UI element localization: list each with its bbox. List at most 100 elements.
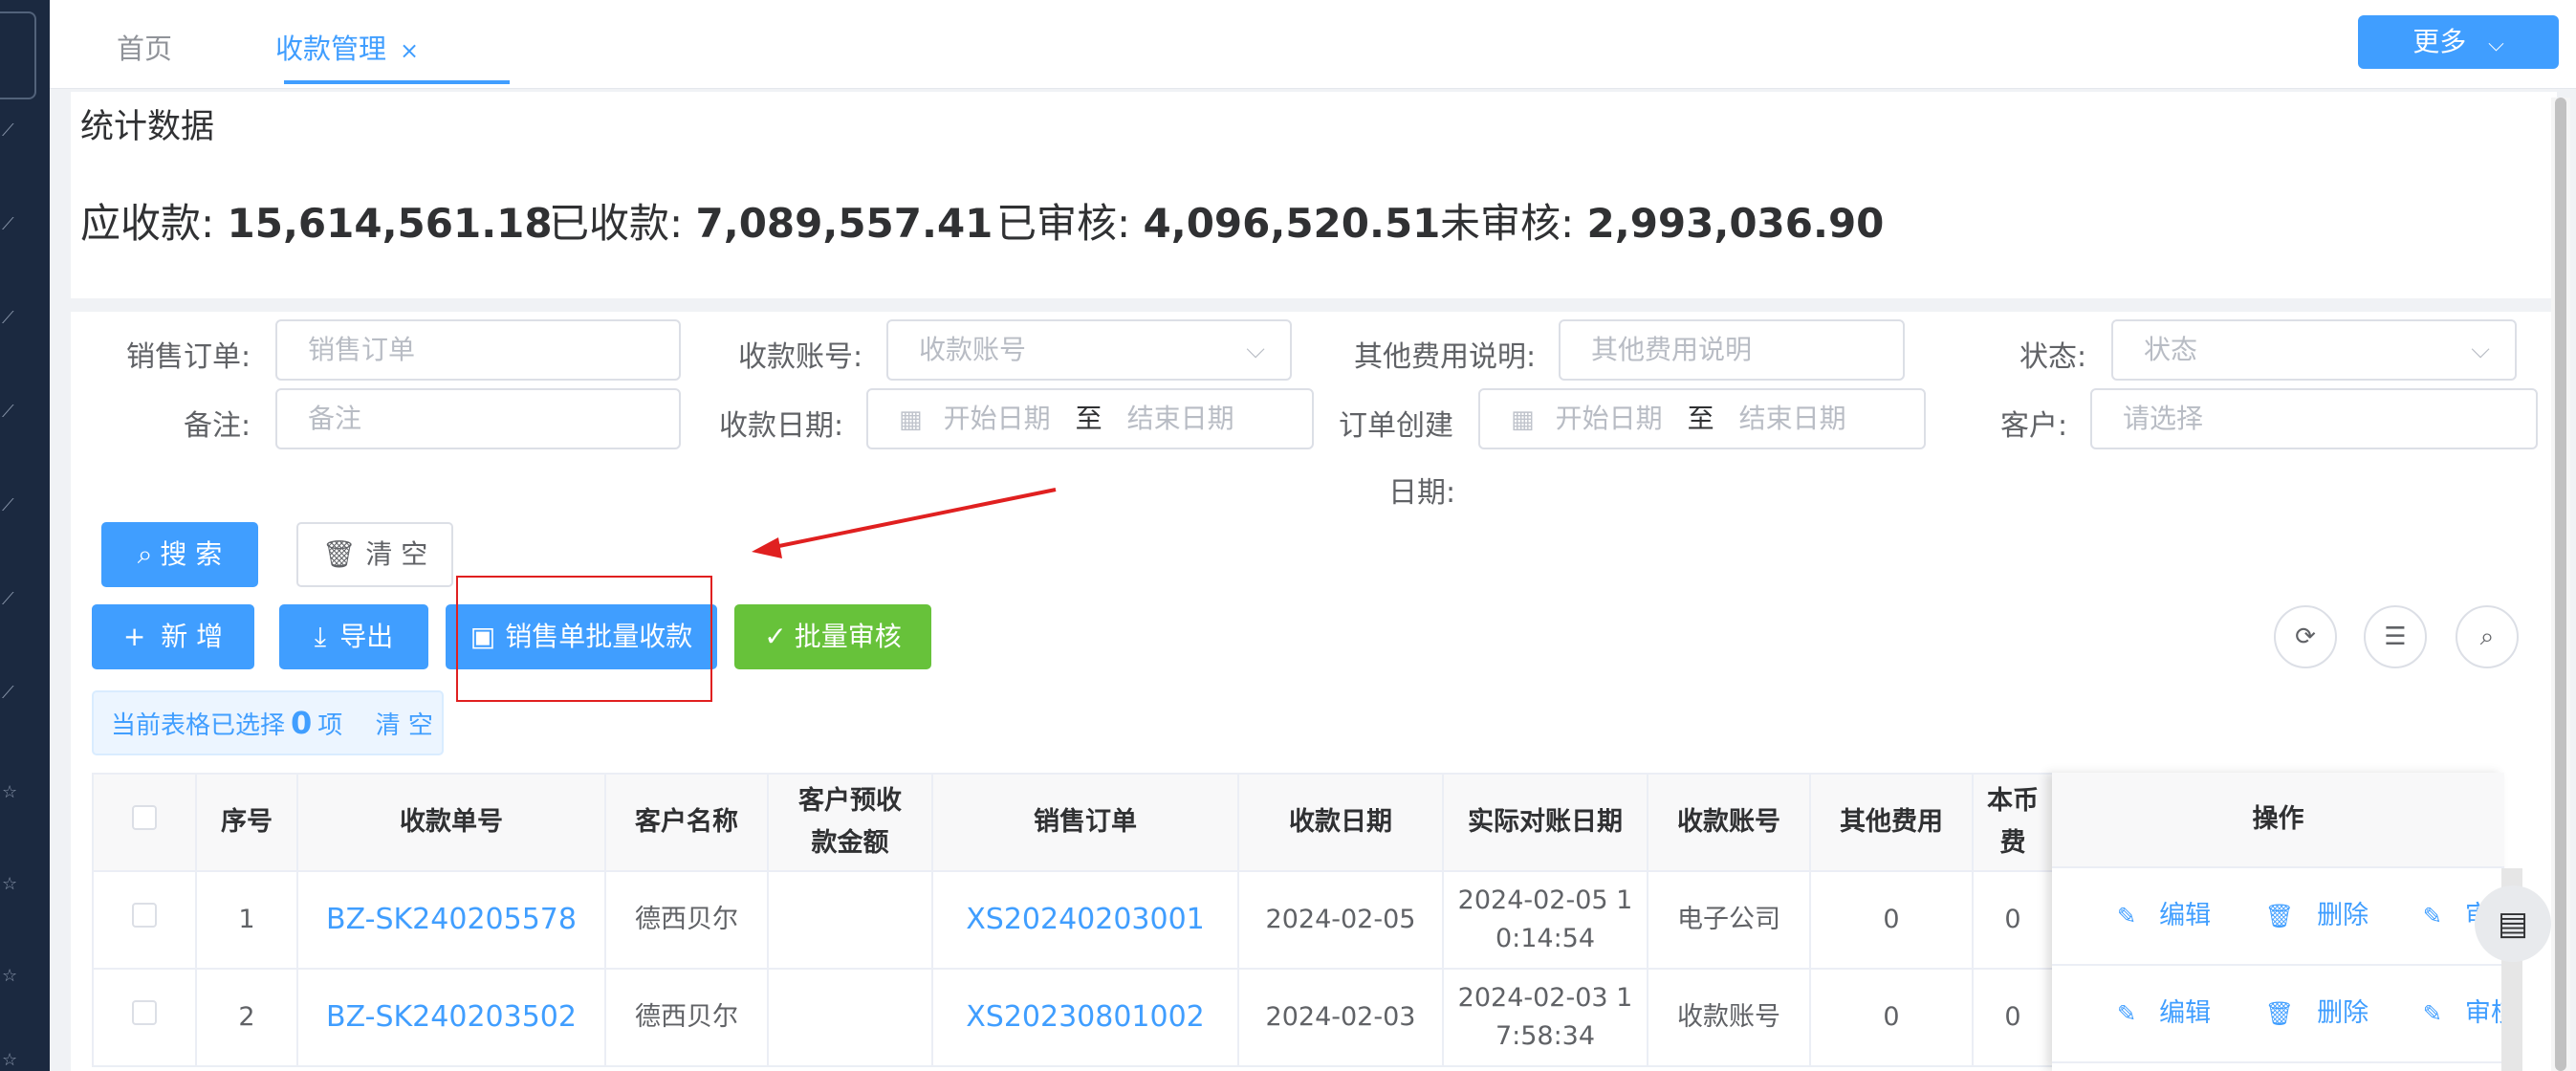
operations-row: ✎编辑 🗑删除 ✎审核 [2052,868,2517,966]
remark-input[interactable]: 备注 [275,388,681,449]
table-header-row: 序号 收款单号 客户名称 客户预收 款金额 销售订单 收款日期 实际对账日期 收款… [92,773,2054,872]
active-tab-indicator [284,80,510,84]
col-local-fee: 本币费 [1972,773,2054,872]
tab-receipt-management[interactable]: 收款管理 × [275,27,419,67]
cell-prepay [767,968,933,1067]
add-button[interactable]: + 新 增 [92,604,254,669]
checkbox[interactable] [132,903,157,928]
col-operations: 操作 [2052,773,2504,868]
chevron-down-icon: ⌵ [1246,336,1265,364]
star-icon[interactable]: ☆ [2,876,17,893]
menu-chevron-icon[interactable]: ⟋ [2,404,15,421]
sales-order-input[interactable]: 销售订单 [275,319,681,381]
delete-action[interactable]: 🗑 删除 [2265,998,2391,1028]
menu-chevron-icon[interactable]: ⟋ [2,122,15,140]
status-select[interactable]: 状态 ⌵ [2111,319,2517,381]
edit-icon: ✎ [2422,1000,2442,1027]
selection-info: 当前表格已选择 0 项 清 空 [92,690,444,755]
delete-action[interactable]: 🗑 删除 [2265,901,2391,930]
chevron-down-icon: ⌵ [2488,33,2504,56]
edit-icon: ✎ [2422,903,2442,929]
stat-received: 已收款: 7,089,557.41 [549,200,993,247]
cell-receipt-no-link[interactable]: BZ-SK240203502 [296,968,606,1067]
other-fee-input[interactable]: 其他费用说明 [1559,319,1905,381]
row-checkbox-cell[interactable] [92,870,197,970]
menu-chevron-icon[interactable]: ⟋ [2,310,15,327]
tab-home[interactable]: 首页 [117,27,172,67]
edit-action[interactable]: ✎ 编辑 [2117,901,2234,930]
select-all-checkbox-cell[interactable] [92,773,197,872]
cell-other-fee: 0 [1809,968,1974,1067]
cell-actual-date: 2024-02-03 1 7:58:34 [1442,968,1648,1067]
document-icon[interactable]: ▤ [2475,885,2551,962]
pay-date-range[interactable]: ▦ 开始日期至结束日期 [866,388,1314,449]
menu-chevron-icon[interactable]: ⟋ [2,591,15,608]
checkbox[interactable] [132,805,157,830]
table-row: 1 BZ-SK240205578 德西贝尔 XS20240203001 2024… [92,870,2054,970]
col-index: 序号 [195,773,298,872]
order-created-label-2: 日期: [1388,476,1456,510]
page-scrollbar[interactable] [2551,98,2570,1071]
search-icon[interactable]: ⌕ [2456,605,2519,668]
clear-selection-link[interactable]: 清 空 [376,711,433,740]
search-button[interactable]: ⌕ 搜 索 [101,522,258,587]
cell-sales-order-link[interactable]: XS20240203001 [931,870,1239,970]
customer-select[interactable]: 请选择 [2090,388,2538,449]
order-created-range[interactable]: ▦ 开始日期至结束日期 [1478,388,1926,449]
account-select[interactable]: 收款账号 ⌵ [886,319,1292,381]
cell-customer: 德西贝尔 [604,968,769,1067]
stats-title: 统计数据 [80,108,215,146]
star-icon[interactable]: ☆ [2,1052,17,1069]
col-actual-date: 实际对账日期 [1442,773,1648,872]
tabs-bar: 首页 收款管理 × 更多 ⌵ [50,0,2576,89]
menu-chevron-icon[interactable]: ⟋ [2,216,15,233]
tab-label: 收款管理 [275,33,387,65]
columns-settings-icon[interactable]: ☰ [2364,605,2427,668]
stat-receivable: 应收款: 15,614,561.18 [80,200,553,247]
other-fee-label: 其他费用说明: [1354,340,1537,374]
order-created-label: 订单创建 [1339,409,1453,443]
more-label: 更多 [2412,26,2467,57]
row-checkbox-cell[interactable] [92,968,197,1067]
star-icon[interactable]: ☆ [2,968,17,985]
annotation-highlight-box [456,576,712,702]
col-other-fee: 其他费用 [1809,773,1974,872]
cell-index: 2 [195,968,298,1067]
download-icon: ⤓ [314,621,327,652]
col-customer: 客户名称 [604,773,769,872]
edit-action[interactable]: ✎ 编辑 [2117,998,2234,1028]
operations-row: ✎编辑 🗑删除 ✎审核 [2052,966,2517,1063]
menu-chevron-icon[interactable]: ⟋ [2,685,15,702]
calendar-icon: ▦ [899,405,923,434]
menu-chevron-icon[interactable]: ⟋ [2,497,15,514]
more-button[interactable]: 更多 ⌵ [2358,15,2559,69]
cell-local-fee: 0 [1972,870,2054,970]
calendar-icon: ▦ [1511,405,1535,434]
trash-icon: 🗑 [2264,903,2295,929]
cell-other-fee: 0 [1809,870,1974,970]
account-label: 收款账号: [738,340,863,374]
cell-local-fee: 0 [1972,968,2054,1067]
col-prepay: 客户预收 款金额 [767,773,933,872]
checkbox[interactable] [132,1000,157,1025]
sidebar: ⟋ ⟋ ⟋ ⟋ ⟋ ⟋ ⟋ ☆ ☆ ☆ ☆ [0,0,50,1071]
clear-button[interactable]: 🗑 清 空 [296,522,453,587]
cell-receipt-no-link[interactable]: BZ-SK240205578 [296,870,606,970]
cell-account: 收款账号 [1647,968,1811,1067]
plus-icon: + [122,621,146,652]
close-icon[interactable]: × [400,37,419,64]
pay-date-label: 收款日期: [719,409,844,443]
cell-account: 电子公司 [1647,870,1811,970]
cell-date: 2024-02-03 [1237,968,1444,1067]
col-date: 收款日期 [1237,773,1444,872]
table-row: 2 BZ-SK240203502 德西贝尔 XS20230801002 2024… [92,968,2054,1067]
chevron-down-icon: ⌵ [2471,336,2490,364]
refresh-icon[interactable]: ⟳ [2274,605,2337,668]
export-button[interactable]: ⤓ 导出 [279,604,428,669]
sidebar-logo-box [0,11,36,99]
stat-unaudited: 未审核: 2,993,036.90 [1440,200,1885,247]
batch-audit-button[interactable]: ✓ 批量审核 [734,604,931,669]
scrollbar-thumb[interactable] [2555,98,2566,1071]
cell-sales-order-link[interactable]: XS20230801002 [931,968,1239,1067]
star-icon[interactable]: ☆ [2,784,17,801]
